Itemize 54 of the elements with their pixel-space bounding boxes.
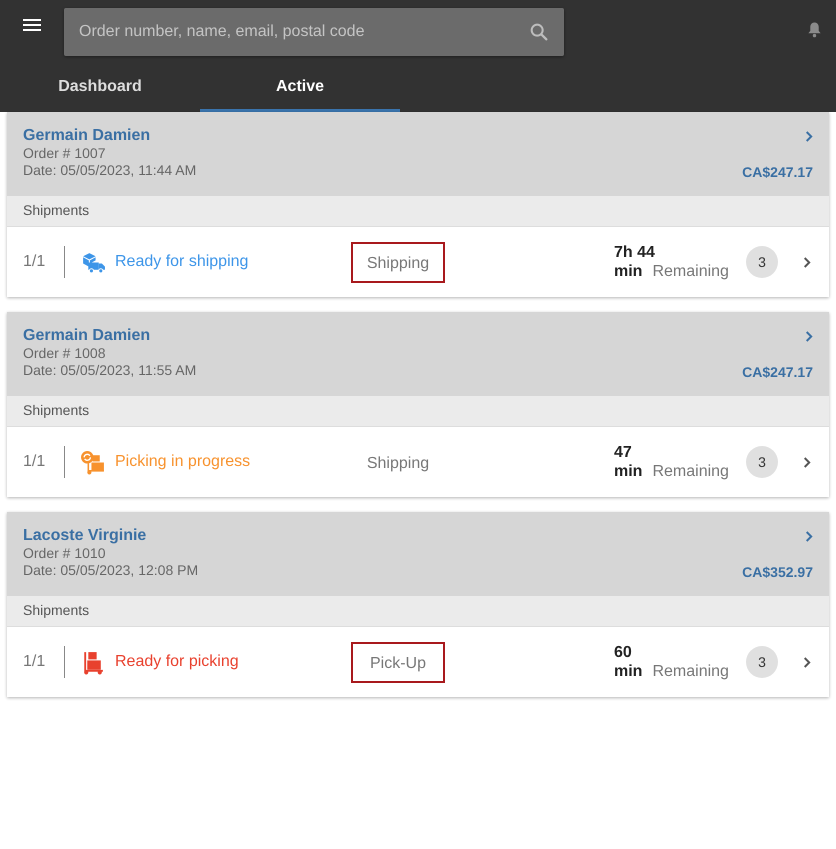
chevron-right-icon[interactable] [804, 530, 813, 543]
order-date: Date: 05/05/2023, 11:44 AM [23, 162, 196, 179]
chevron-right-icon[interactable] [802, 256, 811, 268]
shipment-count: 1/1 [23, 446, 65, 478]
item-count-badge: 3 [746, 446, 778, 478]
chevron-right-icon[interactable] [804, 130, 813, 143]
tab[interactable]: Dashboard [0, 64, 200, 112]
delivery-method: Shipping [366, 454, 430, 474]
status-label: Ready for shipping [115, 253, 248, 271]
remaining-label: Remaining [652, 262, 729, 281]
order-number: Order # 1007 [23, 145, 106, 162]
order-number: Order # 1008 [23, 345, 106, 362]
section-label: Shipments [7, 196, 829, 227]
order-header[interactable]: Lacoste Virginie Order # 1010 Date: 05/05/2023, 12:08 PM CA$352.97 [7, 512, 829, 596]
order-total: CA$247.17 [742, 364, 813, 380]
cart-boxes-icon [80, 450, 106, 474]
item-count-badge: 3 [746, 646, 778, 678]
shipment-row[interactable]: 1/1 Ready for picking Pick-Up 60 min Remaining 3 [7, 627, 829, 697]
chevron-right-icon[interactable] [802, 456, 811, 468]
order-number: Order # 1010 [23, 545, 106, 562]
shipment-count: 1/1 [23, 246, 65, 278]
status-label: Picking in progress [115, 453, 250, 471]
order-header[interactable]: Germain Damien Order # 1008 Date: 05/05/2023, 11:55 AM CA$247.17 [7, 312, 829, 396]
order-total: CA$352.97 [742, 564, 813, 580]
remaining-label: Remaining [652, 462, 729, 481]
time-value: 60 [614, 643, 633, 662]
shipment-row[interactable]: 1/1 Ready for shipping Shipping 7h 44 min Remaining 3 [7, 227, 829, 297]
order-date: Date: 05/05/2023, 11:55 AM [23, 362, 196, 379]
delivery-method: Pick-Up [351, 642, 445, 682]
time-unit: min [614, 462, 642, 481]
chevron-right-icon[interactable] [804, 330, 813, 343]
time-value: 47 [614, 443, 633, 462]
chevron-right-icon[interactable] [802, 656, 811, 668]
order-total: CA$247.17 [742, 164, 813, 180]
bell-icon[interactable] [807, 21, 822, 38]
menu-icon[interactable] [23, 19, 41, 31]
search-icon[interactable] [528, 21, 550, 43]
section-label: Shipments [7, 596, 829, 627]
order-date: Date: 05/05/2023, 12:08 PM [23, 562, 198, 579]
remaining-label: Remaining [652, 662, 729, 681]
status-label: Ready for picking [115, 653, 239, 671]
time-unit: min [614, 262, 642, 281]
shipment-count: 1/1 [23, 646, 65, 678]
order-header[interactable]: Germain Damien Order # 1007 Date: 05/05/2023, 11:44 AM CA$247.17 [7, 112, 829, 196]
delivery-method: Shipping [351, 242, 445, 282]
search-field[interactable]: Order number, name, email, postal code [64, 8, 564, 56]
section-label: Shipments [7, 396, 829, 427]
customer-name: Germain Damien [23, 327, 152, 345]
time-unit: min [614, 662, 642, 681]
customer-name: Lacoste Virginie [23, 527, 148, 545]
shipment-row[interactable]: 1/1 Picking in progress Shipping 47 min Remaining 3 [7, 427, 829, 497]
time-value: 7h 44 [614, 243, 656, 262]
customer-name: Germain Damien [23, 127, 152, 145]
item-count-badge: 3 [746, 246, 778, 278]
